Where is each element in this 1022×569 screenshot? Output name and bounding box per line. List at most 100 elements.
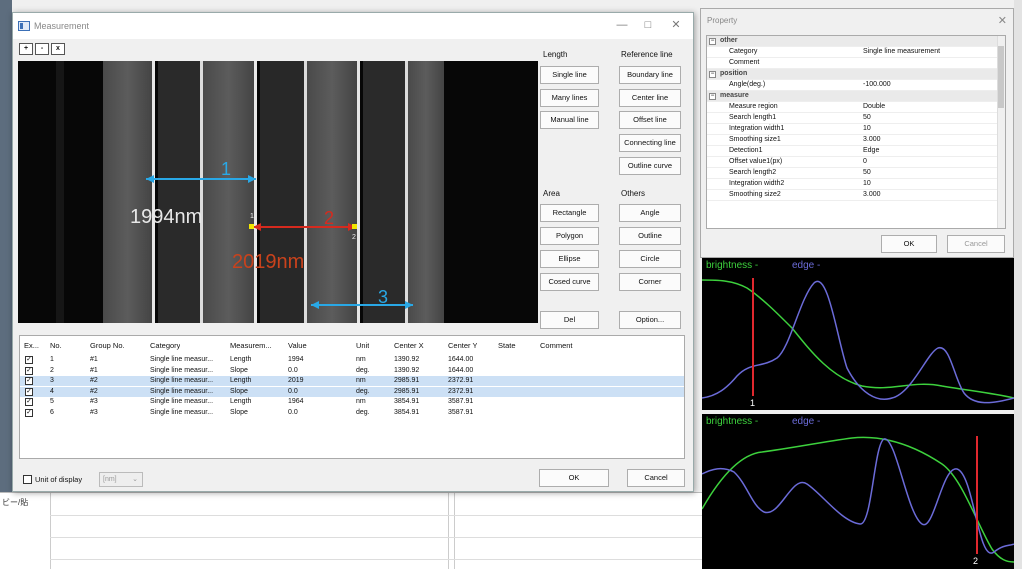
table-cell: #2 [90, 377, 98, 384]
angle-button[interactable]: Angle [619, 204, 681, 222]
collapse-icon[interactable]: − [709, 93, 716, 100]
property-ok-button[interactable]: OK [881, 235, 937, 253]
single-line-button[interactable]: Single line [540, 66, 599, 84]
column-header[interactable]: Unit [356, 340, 369, 352]
property-value[interactable]: 0 [863, 157, 867, 168]
column-header[interactable]: State [498, 340, 516, 352]
polygon-button[interactable]: Polygon [540, 227, 599, 245]
chevron-down-icon: ⌄ [132, 476, 138, 483]
unit-select[interactable]: [nm] ⌄ [99, 472, 143, 487]
option-button[interactable]: Option... [619, 311, 681, 329]
table-row[interactable]: ✓ 2 #1 Single line measur... Slope 0.0 deg. 139… [20, 366, 684, 376]
delete-button[interactable]: Del [540, 311, 599, 329]
property-scrollbar[interactable] [997, 36, 1005, 228]
corner-button[interactable]: Corner [619, 273, 681, 291]
ok-button[interactable]: OK [539, 469, 609, 487]
property-row[interactable]: Integration width2 10 [707, 179, 1005, 190]
property-value[interactable]: 10 [863, 124, 871, 135]
offset-line-button[interactable]: Offset line [619, 111, 681, 129]
table-cell: 2985.91 [394, 377, 420, 384]
column-header[interactable]: Category [150, 340, 180, 352]
minimize-icon[interactable]: — [615, 19, 629, 31]
background-right-edge [1014, 0, 1022, 569]
column-header[interactable]: Value [288, 340, 307, 352]
property-row[interactable]: Comment [707, 58, 1005, 69]
table-cell: deg. [356, 366, 370, 374]
maximize-icon[interactable]: □ [641, 19, 655, 31]
unit-of-display-checkbox[interactable] [23, 475, 32, 484]
property-section[interactable]: − position [707, 69, 1005, 80]
reference-group-title: Reference line [621, 50, 673, 59]
property-row[interactable]: Angle(deg.) -100.000 [707, 80, 1005, 91]
table-cell: 1390.92 [394, 356, 420, 363]
property-row[interactable]: Category Single line measurement [707, 47, 1005, 58]
outline-curve-button[interactable]: Outline curve [619, 157, 681, 175]
property-value[interactable]: Double [863, 102, 885, 113]
circle-button[interactable]: Circle [619, 250, 681, 268]
rectangle-button[interactable]: Rectangle [540, 204, 599, 222]
property-cancel-button[interactable]: Cancel [947, 235, 1005, 253]
property-scroll-thumb[interactable] [998, 46, 1004, 108]
property-value[interactable]: 50 [863, 113, 871, 124]
collapse-icon[interactable]: − [709, 38, 716, 45]
zoom-in-icon[interactable]: + [19, 43, 33, 55]
property-row[interactable]: Integration width1 10 [707, 124, 1005, 135]
row-enable-checkbox[interactable]: ✓ [25, 408, 33, 417]
fit-view-icon[interactable]: x [51, 43, 65, 55]
outline-button[interactable]: Outline [619, 227, 681, 245]
closed-curve-button[interactable]: Cosed curve [540, 273, 599, 291]
property-value[interactable]: 10 [863, 179, 871, 190]
many-lines-button[interactable]: Many lines [540, 89, 599, 107]
collapse-icon[interactable]: − [709, 71, 716, 78]
cancel-button[interactable]: Cancel [627, 469, 685, 487]
property-close-icon[interactable]: ✕ [998, 14, 1007, 27]
column-header[interactable]: No. [50, 340, 62, 352]
property-section[interactable]: − other [707, 36, 1005, 47]
sem-image-view[interactable]: 1 1994nm 2 1 2 2019nm 3 [18, 61, 538, 323]
row-enable-checkbox[interactable]: ✓ [25, 377, 33, 385]
property-row[interactable]: Offset value1(px) 0 [707, 157, 1005, 168]
property-value[interactable]: -100.000 [863, 80, 891, 91]
property-row[interactable]: Smoothing size1 3.000 [707, 135, 1005, 146]
manual-line-button[interactable]: Manual line [540, 111, 599, 129]
property-row[interactable]: Search length1 50 [707, 113, 1005, 124]
property-row[interactable]: Measure region Double [707, 102, 1005, 113]
table-row[interactable]: ✓ 1 #1 Single line measur... Length 1994 nm 139… [20, 355, 684, 365]
close-icon[interactable]: ✕ [669, 19, 683, 31]
column-header[interactable]: Center X [394, 340, 424, 352]
column-header[interactable]: Ex... [24, 340, 39, 352]
table-row[interactable]: ✓ 6 #3 Single line measur... Slope 0.0 deg. 385… [20, 408, 684, 418]
property-value[interactable]: Single line measurement [863, 47, 940, 58]
table-cell: 1994 [288, 356, 304, 363]
brightness-edge-graph-1: brightness - edge - 1 [702, 258, 1014, 410]
property-value[interactable]: 3.000 [863, 135, 881, 146]
table-cell: 1390.92 [394, 366, 420, 374]
results-table[interactable]: Ex... No. Group No. Category Measurem... Valu… [19, 335, 685, 459]
property-row[interactable]: Search length2 50 [707, 168, 1005, 179]
row-enable-checkbox[interactable]: ✓ [25, 398, 33, 406]
column-header[interactable]: Center Y [448, 340, 477, 352]
property-section[interactable]: − measure [707, 91, 1005, 102]
row-enable-checkbox[interactable]: ✓ [25, 387, 33, 396]
table-row[interactable]: ✓ 5 #3 Single line measur... Length 1964 nm 385… [20, 397, 684, 407]
zoom-out-icon[interactable]: - [35, 43, 49, 55]
property-row[interactable]: Smoothing size2 3.000 [707, 190, 1005, 201]
table-row[interactable]: ✓ 4 #2 Single line measur... Slope 0.0 deg. 298… [20, 386, 684, 397]
row-enable-checkbox[interactable]: ✓ [25, 366, 33, 375]
ellipse-button[interactable]: Ellipse [540, 250, 599, 268]
connecting-line-button[interactable]: Connecting line [619, 134, 681, 152]
center-line-button[interactable]: Center line [619, 89, 681, 107]
property-row[interactable]: Detection1 Edge [707, 146, 1005, 157]
row-enable-checkbox[interactable]: ✓ [25, 356, 33, 364]
property-value[interactable]: 50 [863, 168, 871, 179]
property-grid[interactable]: − other Category Single line measurement Com… [706, 35, 1006, 229]
column-header[interactable]: Measurem... [230, 340, 272, 352]
column-header[interactable]: Comment [540, 340, 573, 352]
boundary-line-button[interactable]: Boundary line [619, 66, 681, 84]
measurement-titlebar[interactable]: Measurement — □ ✕ [13, 13, 693, 39]
table-row[interactable]: ✓ 3 #2 Single line measur... Length 2019 nm 298… [20, 376, 684, 386]
property-value[interactable]: Edge [863, 146, 879, 157]
table-cell: 1644.00 [448, 366, 474, 374]
column-header[interactable]: Group No. [90, 340, 125, 352]
property-value[interactable]: 3.000 [863, 190, 881, 201]
